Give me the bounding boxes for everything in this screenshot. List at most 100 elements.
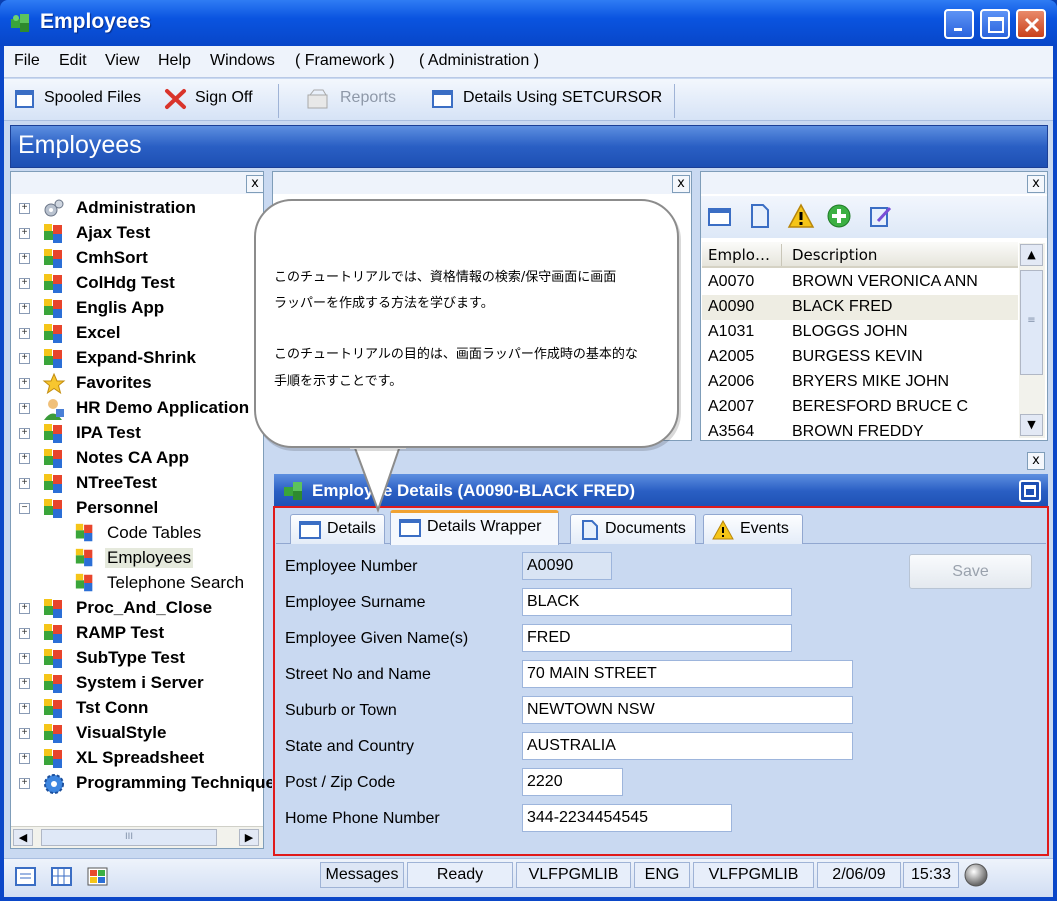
tab-label: Events bbox=[740, 520, 789, 537]
expand-icon[interactable]: + bbox=[19, 453, 30, 464]
puzzle-icon bbox=[44, 474, 62, 493]
tooltip-line: このチュートリアルの目的は、画面ラッパー作成時の基本的な bbox=[274, 347, 638, 362]
list-vertical-scrollbar[interactable]: ▲ ≡ ▼ bbox=[1019, 243, 1045, 438]
grid-view-icon[interactable] bbox=[50, 866, 74, 888]
expand-icon[interactable]: + bbox=[19, 678, 30, 689]
tab-details[interactable]: Details bbox=[290, 514, 385, 544]
list-row[interactable]: A0070 BROWN VERONICA ANN bbox=[702, 270, 1018, 295]
menu-administration[interactable]: ( Administration ) bbox=[419, 52, 539, 70]
tree-item-label: XL Spreadsheet bbox=[76, 748, 205, 767]
scroll-left-arrow[interactable]: ◀ bbox=[13, 829, 33, 846]
expand-icon[interactable]: + bbox=[19, 428, 30, 439]
expand-icon[interactable]: + bbox=[19, 303, 30, 314]
maximize-button[interactable] bbox=[980, 9, 1010, 39]
puzzle-icon bbox=[44, 649, 62, 668]
state-country-field[interactable]: AUSTRALIA bbox=[522, 732, 853, 760]
expand-icon[interactable]: + bbox=[19, 478, 30, 489]
postcode-field[interactable]: 2220 bbox=[522, 768, 623, 796]
puzzle-icon bbox=[44, 724, 62, 743]
tab-label: Documents bbox=[605, 520, 686, 537]
close-details-panel-button[interactable]: x bbox=[1027, 452, 1045, 470]
column-header-description[interactable]: Description bbox=[792, 246, 877, 264]
tree-item-label: ColHdg Test bbox=[76, 273, 175, 292]
scroll-down-arrow[interactable]: ▼ bbox=[1020, 414, 1043, 436]
given-names-field[interactable]: FRED bbox=[522, 624, 792, 652]
color-tiles-icon[interactable] bbox=[86, 866, 110, 888]
expand-icon[interactable]: + bbox=[19, 653, 30, 664]
puzzle-icon bbox=[44, 299, 62, 318]
menu-file[interactable]: File bbox=[14, 52, 40, 70]
expand-icon[interactable]: + bbox=[19, 728, 30, 739]
tab-documents[interactable]: Documents bbox=[570, 514, 696, 544]
list-row[interactable]: A2006 BRYERS MIKE JOHN bbox=[702, 370, 1018, 395]
reports-button[interactable]: Reports bbox=[340, 89, 396, 107]
menu-help[interactable]: Help bbox=[158, 52, 191, 70]
home-phone-field[interactable]: 344-2234454545 bbox=[522, 804, 732, 832]
add-icon[interactable] bbox=[826, 203, 852, 229]
window-icon bbox=[299, 521, 321, 539]
expand-icon[interactable]: + bbox=[19, 628, 30, 639]
tab-details-wrapper[interactable]: Details Wrapper bbox=[390, 510, 559, 545]
spooled-files-button[interactable]: Spooled Files bbox=[44, 89, 141, 107]
sign-off-button[interactable]: Sign Off bbox=[195, 89, 253, 107]
expand-icon[interactable]: + bbox=[19, 228, 30, 239]
expand-icon[interactable]: + bbox=[19, 603, 30, 614]
expand-icon[interactable]: + bbox=[19, 278, 30, 289]
minimize-button[interactable] bbox=[944, 9, 974, 39]
expand-icon[interactable]: + bbox=[19, 403, 30, 414]
suburb-field[interactable]: NEWTOWN NSW bbox=[522, 696, 853, 724]
edit-icon[interactable] bbox=[868, 203, 894, 229]
close-window-button[interactable] bbox=[1016, 9, 1046, 39]
expand-icon[interactable]: + bbox=[19, 378, 30, 389]
employee-id: A0070 bbox=[708, 273, 755, 290]
list-row[interactable]: A0090 BLACK FRED bbox=[702, 295, 1018, 320]
expand-icon[interactable]: + bbox=[19, 778, 30, 789]
maximize-details-button[interactable] bbox=[1019, 480, 1041, 502]
list-row[interactable]: A3564 BROWN FREDDY bbox=[702, 420, 1018, 445]
scroll-right-arrow[interactable]: ▶ bbox=[239, 829, 259, 846]
puzzle-icon bbox=[44, 449, 62, 468]
employee-surname-field[interactable]: BLACK bbox=[522, 588, 792, 616]
list-row[interactable]: A2005 BURGESS KEVIN bbox=[702, 345, 1018, 370]
document-icon[interactable] bbox=[748, 203, 772, 229]
tooltip-line: 手順を示すことです。 bbox=[274, 374, 403, 389]
list-row[interactable]: A1031 BLOGGS JOHN bbox=[702, 320, 1018, 345]
list-row[interactable]: A2007 BERESFORD BRUCE C bbox=[702, 395, 1018, 420]
menu-view[interactable]: View bbox=[105, 52, 139, 70]
status-library-2: VLFPGMLIB bbox=[693, 862, 814, 888]
tree-item-label: Englis App bbox=[76, 298, 165, 317]
puzzle-icon bbox=[44, 274, 62, 293]
expand-icon[interactable]: + bbox=[19, 253, 30, 264]
tree-item-label: Proc_And_Close bbox=[76, 598, 213, 617]
tree-horizontal-scrollbar[interactable]: ◀ III ▶ bbox=[11, 826, 263, 848]
tree-item-label: IPA Test bbox=[76, 423, 141, 442]
collapse-icon[interactable]: − bbox=[19, 503, 30, 514]
scroll-up-arrow[interactable]: ▲ bbox=[1020, 244, 1043, 266]
column-header-employee[interactable]: Emplo… bbox=[708, 246, 770, 264]
list-view-icon[interactable] bbox=[14, 866, 38, 888]
save-button[interactable]: Save bbox=[909, 554, 1032, 589]
window-icon[interactable] bbox=[707, 205, 733, 229]
tab-events[interactable]: Events bbox=[703, 514, 803, 544]
menu-framework[interactable]: ( Framework ) bbox=[295, 52, 395, 70]
menu-windows[interactable]: Windows bbox=[210, 52, 275, 70]
details-setcursor-button[interactable]: Details Using SETCURSOR bbox=[463, 89, 662, 107]
puzzle-icon bbox=[44, 699, 62, 718]
expand-icon[interactable]: + bbox=[19, 703, 30, 714]
menu-edit[interactable]: Edit bbox=[59, 52, 87, 70]
scroll-thumb[interactable]: III bbox=[41, 829, 217, 846]
messages-button[interactable]: Messages bbox=[320, 862, 404, 888]
expand-icon[interactable]: + bbox=[19, 353, 30, 364]
scroll-thumb[interactable]: ≡ bbox=[1020, 270, 1043, 375]
title-bar[interactable] bbox=[0, 0, 1057, 46]
tree-item-label: Personnel bbox=[76, 498, 159, 517]
expand-icon[interactable]: + bbox=[19, 753, 30, 764]
close-tree-panel-button[interactable]: x bbox=[246, 175, 264, 193]
warning-icon[interactable] bbox=[787, 203, 815, 229]
expand-icon[interactable]: + bbox=[19, 328, 30, 339]
close-middle-panel-button[interactable]: x bbox=[672, 175, 690, 193]
close-list-panel-button[interactable]: x bbox=[1027, 175, 1045, 193]
warning-icon bbox=[712, 520, 734, 540]
street-field[interactable]: 70 MAIN STREET bbox=[522, 660, 853, 688]
expand-icon[interactable]: + bbox=[19, 203, 30, 214]
